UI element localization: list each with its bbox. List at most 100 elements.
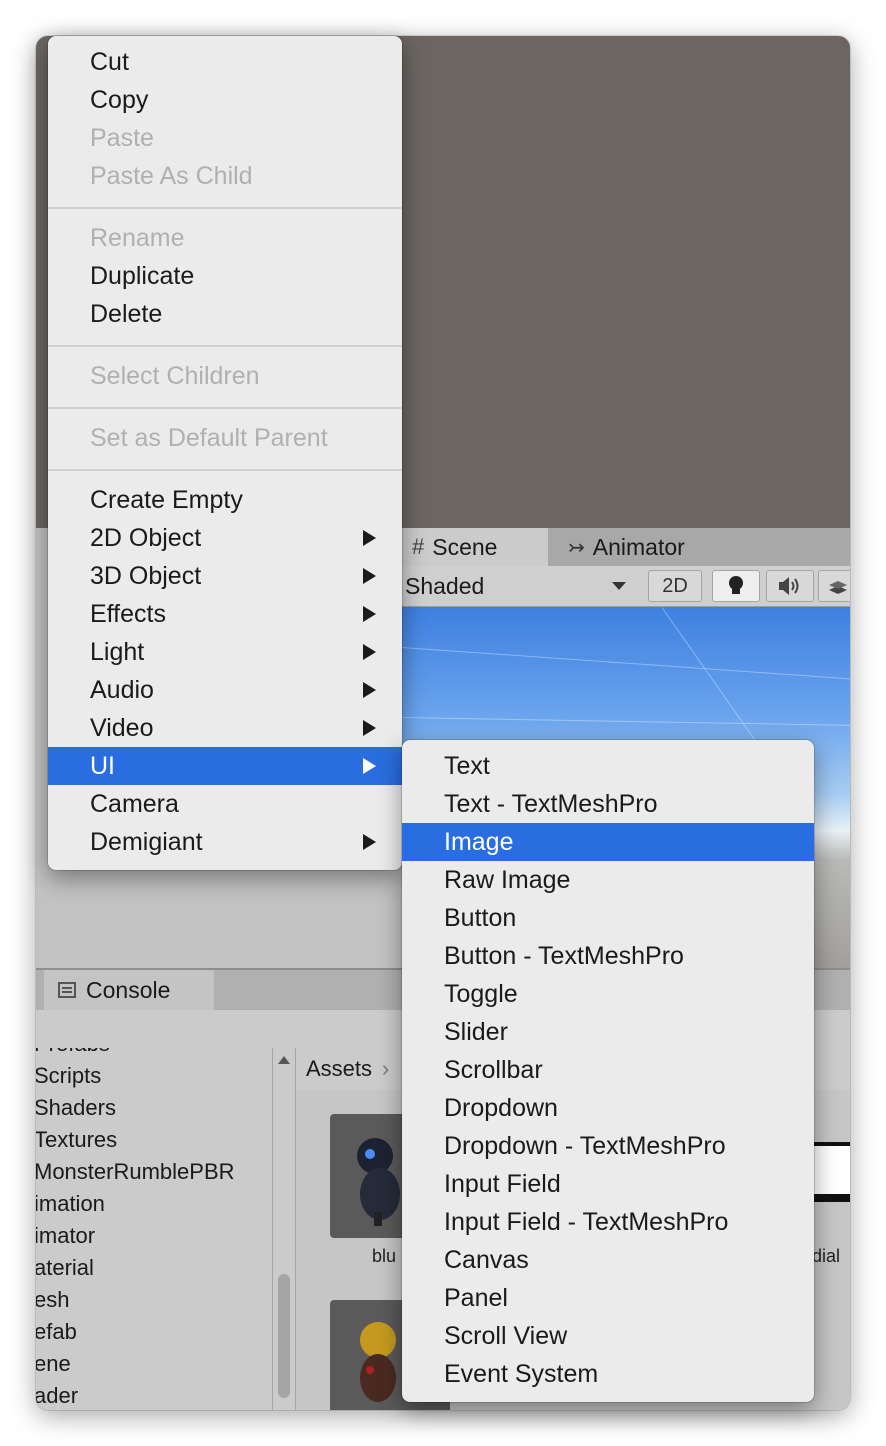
submenu-item-toggle[interactable]: Toggle: [402, 975, 814, 1013]
submenu-item-image[interactable]: Image: [402, 823, 814, 861]
tree-item[interactable]: esh: [36, 1284, 69, 1316]
audio-toggle-button[interactable]: [766, 570, 814, 602]
menu-item-label: Button - TextMeshPro: [444, 942, 684, 970]
menu-separator: [48, 469, 402, 471]
tree-item[interactable]: imation: [36, 1188, 105, 1220]
chevron-down-icon[interactable]: [612, 582, 626, 590]
ui-submenu: Text Text - TextMeshPro Image Raw Image …: [402, 740, 814, 1402]
menu-item-label: 3D Object: [90, 562, 202, 590]
lightbulb-icon: [729, 576, 743, 594]
asset-label: dial: [812, 1246, 841, 1266]
animator-icon: ↣: [568, 536, 585, 559]
submenu-item-raw-image[interactable]: Raw Image: [402, 861, 814, 899]
effects-toggle-button[interactable]: [818, 570, 850, 602]
asset-label: blu: [372, 1246, 397, 1266]
menu-item-label: Audio: [90, 676, 154, 704]
lighting-toggle-button[interactable]: [712, 570, 760, 602]
project-folder-tree: Prefabs Scripts Shaders Textures Monster…: [36, 1048, 272, 1410]
submenu-arrow-icon: [363, 834, 376, 850]
menu-item-delete[interactable]: Delete: [48, 295, 402, 333]
tree-item[interactable]: MonsterRumblePBR: [36, 1156, 235, 1188]
menu-item-light[interactable]: Light: [48, 633, 402, 671]
menu-item-label: UI: [90, 752, 115, 780]
submenu-arrow-icon: [363, 568, 376, 584]
hierarchy-context-menu: Cut Copy Paste Paste As Child Rename Dup…: [48, 36, 402, 870]
menu-item-label: Slider: [444, 1018, 508, 1046]
tree-item[interactable]: Shaders: [36, 1092, 116, 1124]
submenu-item-dropdown[interactable]: Dropdown: [402, 1089, 814, 1127]
menu-item-audio[interactable]: Audio: [48, 671, 402, 709]
menu-separator: [48, 207, 402, 209]
submenu-arrow-icon: [363, 758, 376, 774]
tree-item[interactable]: imator: [36, 1220, 95, 1252]
tab-animator[interactable]: ↣ Animator: [568, 528, 685, 566]
submenu-item-dropdown-tmp[interactable]: Dropdown - TextMeshPro: [402, 1127, 814, 1165]
menu-item-2d-object[interactable]: 2D Object: [48, 519, 402, 557]
tree-item[interactable]: ene: [36, 1348, 71, 1380]
hash-icon: #: [412, 534, 425, 559]
tree-item[interactable]: ader: [36, 1380, 78, 1410]
menu-item-label: Paste As Child: [90, 162, 253, 190]
menu-item-create-empty[interactable]: Create Empty: [48, 481, 402, 519]
project-tree-scrollbar[interactable]: [272, 1048, 296, 1410]
tree-item[interactable]: aterial: [36, 1252, 94, 1284]
menu-item-demigiant[interactable]: Demigiant: [48, 823, 402, 861]
submenu-item-event-system[interactable]: Event System: [402, 1355, 814, 1393]
menu-item-label: Dropdown - TextMeshPro: [444, 1132, 726, 1160]
submenu-item-scroll-view[interactable]: Scroll View: [402, 1317, 814, 1355]
scroll-up-icon[interactable]: [278, 1056, 290, 1064]
submenu-item-button[interactable]: Button: [402, 899, 814, 937]
tab-console[interactable]: Console: [44, 970, 214, 1010]
breadcrumb[interactable]: Assets ›: [306, 1048, 389, 1090]
console-icon: [58, 982, 76, 998]
tree-item[interactable]: Prefabs: [36, 1048, 110, 1060]
menu-item-camera[interactable]: Camera: [48, 785, 402, 823]
breadcrumb-assets[interactable]: Assets: [306, 1056, 372, 1082]
submenu-item-input-field-tmp[interactable]: Input Field - TextMeshPro: [402, 1203, 814, 1241]
submenu-item-button-tmp[interactable]: Button - TextMeshPro: [402, 937, 814, 975]
menu-item-label: Paste: [90, 124, 154, 152]
submenu-item-text[interactable]: Text: [402, 747, 814, 785]
submenu-item-canvas[interactable]: Canvas: [402, 1241, 814, 1279]
tab-animator-label: Animator: [592, 533, 685, 560]
menu-item-label: Effects: [90, 600, 166, 628]
menu-item-label: Image: [444, 828, 514, 856]
menu-item-ui[interactable]: UI: [48, 747, 402, 785]
menu-item-cut[interactable]: Cut: [48, 43, 402, 81]
scene-tab-bar: # Scene ↣ Animator: [402, 528, 850, 566]
submenu-item-text-tmp[interactable]: Text - TextMeshPro: [402, 785, 814, 823]
menu-item-label: Raw Image: [444, 866, 571, 894]
toggle-2d-button[interactable]: 2D: [648, 570, 702, 602]
menu-item-paste-as-child: Paste As Child: [48, 157, 402, 195]
menu-item-copy[interactable]: Copy: [48, 81, 402, 119]
menu-item-effects[interactable]: Effects: [48, 595, 402, 633]
submenu-item-scrollbar[interactable]: Scrollbar: [402, 1051, 814, 1089]
submenu-item-slider[interactable]: Slider: [402, 1013, 814, 1051]
tree-item[interactable]: Scripts: [36, 1060, 101, 1092]
scrollbar-thumb[interactable]: [278, 1274, 290, 1398]
tab-scene[interactable]: # Scene: [402, 528, 548, 566]
menu-item-duplicate[interactable]: Duplicate: [48, 257, 402, 295]
submenu-arrow-icon: [363, 682, 376, 698]
shading-mode-dropdown[interactable]: Shaded: [405, 566, 484, 606]
tree-item[interactable]: efab: [36, 1316, 77, 1348]
submenu-arrow-icon: [363, 530, 376, 546]
menu-item-video[interactable]: Video: [48, 709, 402, 747]
menu-item-label: Duplicate: [90, 262, 195, 290]
menu-item-label: Dropdown: [444, 1094, 558, 1122]
tree-item[interactable]: Textures: [36, 1124, 117, 1156]
menu-item-label: Select Children: [90, 362, 260, 390]
submenu-item-input-field[interactable]: Input Field: [402, 1165, 814, 1203]
menu-item-label: Text: [444, 752, 490, 780]
menu-item-label: Set as Default Parent: [90, 424, 328, 452]
menu-item-rename: Rename: [48, 219, 402, 257]
speaker-icon: [779, 577, 799, 595]
menu-item-label: Camera: [90, 790, 179, 818]
submenu-item-panel[interactable]: Panel: [402, 1279, 814, 1317]
submenu-arrow-icon: [363, 606, 376, 622]
menu-item-label: 2D Object: [90, 524, 202, 552]
menu-item-label: Light: [90, 638, 145, 666]
menu-item-3d-object[interactable]: 3D Object: [48, 557, 402, 595]
menu-item-set-default-parent: Set as Default Parent: [48, 419, 402, 457]
menu-item-label: Create Empty: [90, 486, 243, 514]
